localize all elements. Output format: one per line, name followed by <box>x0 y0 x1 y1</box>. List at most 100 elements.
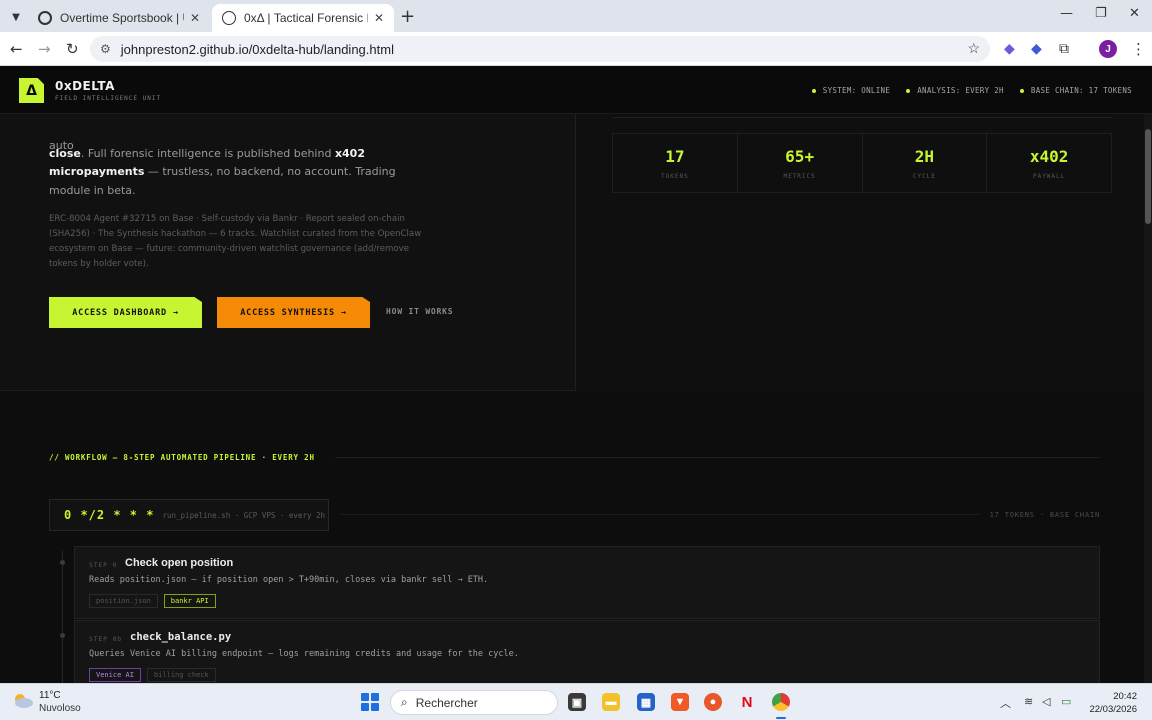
status-system: SYSTEM: ONLINE <box>811 86 890 95</box>
how-it-works-link[interactable]: HOW IT WORKS <box>386 307 453 316</box>
access-synthesis-button[interactable]: ACCESS SYNTHESIS → <box>217 297 370 328</box>
stat-value: x402 <box>1029 146 1069 166</box>
workflow-meta: 17 TOKENS · BASE CHAIN <box>989 511 1100 519</box>
address-bar[interactable]: ⚙ johnpreston2.github.io/0xdelta-hub/lan… <box>90 36 990 62</box>
microsoft-store-icon[interactable]: ▦ <box>637 693 655 711</box>
stat-label: METRICS <box>783 172 816 180</box>
extensions-puzzle-icon[interactable]: ⧉ <box>1059 41 1069 57</box>
workflow-divider <box>335 457 1100 458</box>
globe-favicon-icon <box>222 11 236 25</box>
tab-0xdelta[interactable]: 0xΔ | Tactical Forensic Intelligence ✕ <box>212 4 394 32</box>
stat-tokens: 17 TOKENS <box>613 134 738 192</box>
close-tab-icon[interactable]: ✕ <box>374 11 384 25</box>
stat-paywall: x402 PAYWALL <box>987 134 1111 192</box>
page-scrollbar[interactable] <box>1144 114 1152 683</box>
clock-date: 22/03/2026 <box>1089 704 1137 715</box>
stat-value: 17 <box>665 146 685 166</box>
forward-arrow-icon[interactable]: → <box>38 40 51 58</box>
tab-search-chevron-icon[interactable]: ▼ <box>6 7 26 27</box>
timeline-dot-icon <box>60 633 65 638</box>
page-content: $20 ranked token via Bankr self-custody … <box>0 114 1152 683</box>
cron-meta: run_pipeline.sh · GCP VPS · every 2h <box>162 510 326 520</box>
overtime-favicon-icon <box>38 11 52 25</box>
delta-logo-icon[interactable]: Δ <box>19 78 44 103</box>
taskbar-search[interactable]: ⌕ Rechercher <box>390 690 558 715</box>
status-dot-icon <box>811 88 816 93</box>
step-tags: Venice AI billing check <box>89 668 216 682</box>
access-dashboard-button[interactable]: ACCESS DASHBOARD → <box>49 297 202 328</box>
file-explorer-icon[interactable]: ▬ <box>602 693 620 711</box>
hero-description: $20 ranked token via Bankr self-custody … <box>49 126 429 200</box>
step-description: Queries Venice AI billing endpoint — log… <box>89 649 519 659</box>
window-close-icon[interactable]: ✕ <box>1129 6 1140 21</box>
cron-expression: 0 */2 * * * <box>64 508 155 522</box>
stat-metrics: 65+ METRICS <box>738 134 863 192</box>
tray-chevron-up-icon[interactable]: ︿ <box>1000 695 1011 711</box>
pipeline-step-0b: STEP 0b check_balance.py Queries Venice … <box>74 620 1100 683</box>
pipeline-timeline <box>62 551 63 683</box>
stat-value: 65+ <box>785 146 815 166</box>
netflix-icon[interactable]: N <box>738 693 756 711</box>
tag: position.json <box>89 594 158 608</box>
browser-tab-strip: ▼ Overtime Sportsbook | Unlimited ✕ 0xΔ … <box>0 0 1152 32</box>
bookmark-star-icon[interactable]: ☆ <box>967 40 980 57</box>
windows-taskbar: 11°C Nuvoloso ⌕ Rechercher ▣ ▬ ▦ ▼ ● N ︿… <box>0 683 1152 720</box>
step-tags: position.json bankr API <box>89 594 216 608</box>
step-name: check_balance.py <box>130 631 232 643</box>
minimize-icon[interactable]: — <box>1060 6 1073 21</box>
brave-browser-icon[interactable]: ▼ <box>671 693 689 711</box>
profile-avatar[interactable]: J <box>1099 40 1117 58</box>
clock-time: 20:42 <box>1113 691 1137 702</box>
step-number: STEP 0b <box>89 635 122 643</box>
extension-icon[interactable]: ◆ <box>1031 41 1042 57</box>
step-name: Check open position <box>125 557 234 569</box>
extension-icon[interactable]: ◆ <box>1004 41 1015 57</box>
brand-subtitle: FIELD INTELLIGENCE UNIT <box>55 95 162 102</box>
restore-icon[interactable]: ❐ <box>1095 6 1107 21</box>
cron-schedule-box: 0 */2 * * * run_pipeline.sh · GCP VPS · … <box>49 499 329 531</box>
browser-menu-icon[interactable]: ⋮ <box>1131 40 1146 58</box>
weather-description: Nuvoloso <box>39 703 81 714</box>
workflow-title: // WORKFLOW — 8-STEP AUTOMATED PIPELINE … <box>49 453 315 462</box>
task-view-icon[interactable]: ▣ <box>568 693 586 711</box>
panel-divider <box>613 114 1113 118</box>
pipeline-step-0: STEP 0 Check open position Reads positio… <box>74 546 1100 619</box>
windows-start-icon[interactable] <box>361 693 379 711</box>
timeline-dot-icon <box>60 560 65 565</box>
status-dot-icon <box>1019 88 1024 93</box>
tab-title: 0xΔ | Tactical Forensic Intelligence <box>244 11 368 25</box>
stats-grid: 17 TOKENS 65+ METRICS 2H CYCLE x402 PAYWALL <box>612 133 1112 193</box>
back-arrow-icon[interactable]: ← <box>10 40 23 58</box>
hero-meta-text: ERC-8004 Agent #32715 on Base · Self-cus… <box>49 214 422 269</box>
wifi-icon[interactable]: ≋ <box>1024 695 1033 708</box>
tag: Venice AI <box>89 668 141 682</box>
volume-icon[interactable]: ◁ <box>1042 695 1050 708</box>
site-header: Δ 0xDELTA FIELD INTELLIGENCE UNIT SYSTEM… <box>0 67 1152 114</box>
weather-temperature: 11°C <box>39 690 61 701</box>
site-info-icon[interactable]: ⚙ <box>100 42 111 56</box>
system-status-bar: SYSTEM: ONLINE ANALYSIS: EVERY 2H BASE C… <box>811 86 1132 95</box>
search-placeholder: Rechercher <box>415 695 478 710</box>
tab-overtime-sportsbook[interactable]: Overtime Sportsbook | Unlimited ✕ <box>28 4 210 32</box>
stat-label: TOKENS <box>661 172 689 180</box>
close-tab-icon[interactable]: ✕ <box>190 11 200 25</box>
firefox-icon[interactable]: ● <box>704 693 722 711</box>
tag: billing check <box>146 668 216 682</box>
tag: bankr API <box>163 594 216 608</box>
battery-icon[interactable]: ▭ <box>1061 695 1071 708</box>
new-tab-plus-icon[interactable]: + <box>400 6 415 27</box>
stat-label: PAYWALL <box>1032 172 1066 180</box>
scrollbar-thumb[interactable] <box>1145 129 1151 224</box>
chrome-active-indicator <box>776 717 786 719</box>
reload-icon[interactable]: ↻ <box>66 40 79 58</box>
cloudy-weather-icon[interactable] <box>12 692 34 708</box>
browser-toolbar: ← → ↻ ⚙ johnpreston2.github.io/0xdelta-h… <box>0 32 1152 66</box>
status-analysis: ANALYSIS: EVERY 2H <box>906 86 1004 95</box>
chrome-icon[interactable] <box>772 693 790 711</box>
stat-label: CYCLE <box>912 172 936 180</box>
hero-micropayments-word: micropayments <box>49 165 145 178</box>
stat-value: 2H <box>914 146 934 166</box>
taskbar-clock[interactable]: 20:42 22/03/2026 <box>1089 690 1137 716</box>
brand-name: 0xDELTA <box>55 79 115 93</box>
step-number: STEP 0 <box>89 561 118 569</box>
